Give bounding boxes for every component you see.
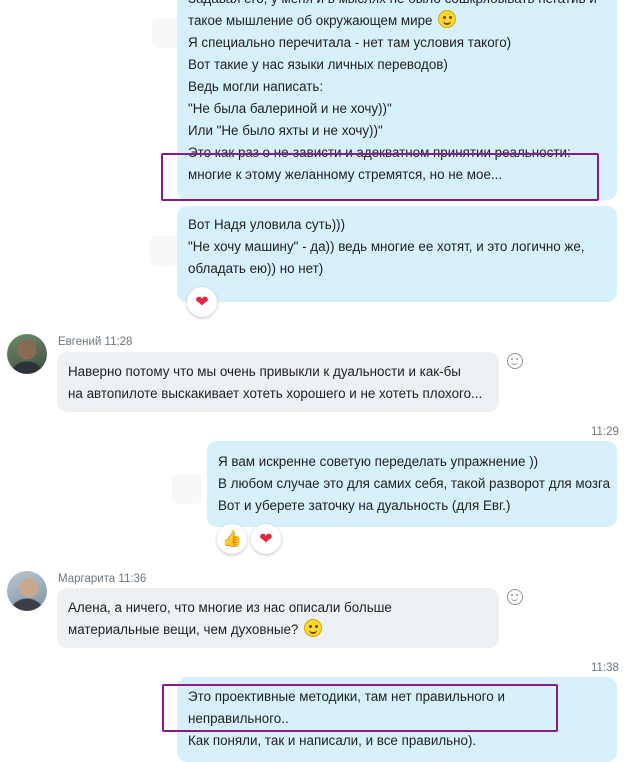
message-line: материальные вещи, чем духовные?	[68, 619, 323, 641]
message-line: неправильного..	[188, 711, 289, 726]
message-line: Задавая его, у меня и в мыслях не было с…	[188, 0, 597, 10]
hover-action-placeholder	[150, 236, 180, 266]
message-line: Наверно потому что мы очень привыкли к д…	[68, 364, 461, 379]
message-bubble-outgoing[interactable]: Задавая его, у меня и в мыслях не было с…	[177, 0, 617, 200]
message-time: 11:38	[591, 662, 619, 674]
message-line: Вот такие у нас языки личных переводов)	[188, 57, 448, 72]
message-line: В любом случае это для самих себя, такой…	[218, 476, 611, 491]
smiley-emoji-icon	[304, 619, 323, 637]
message-bubble-incoming[interactable]: Наверно потому что мы очень привыкли к д…	[57, 352, 499, 412]
message-line: Это как раз о не-зависти и адекватном пр…	[188, 145, 571, 160]
message-line: Это проективные методики, там нет правил…	[188, 689, 505, 704]
add-reaction-icon[interactable]	[507, 353, 523, 369]
message-line: обладать ею)) но нет)	[188, 261, 324, 276]
message-time: 11:28	[104, 336, 133, 348]
message-line: Вот Надя уловила суть)))	[188, 217, 346, 232]
heart-icon[interactable]: ❤	[251, 524, 281, 554]
sender-and-time: Маргарита 11:36	[58, 573, 146, 585]
message-line: Или "Не было яхты и не хочу))"	[188, 123, 383, 138]
message-line: такое мышление об окружающем мире	[188, 10, 457, 32]
hover-action-placeholder	[172, 474, 202, 504]
message-bubble-outgoing[interactable]: Вот Надя уловила суть))) "Не хочу машину…	[177, 206, 617, 302]
message-time: 11:36	[118, 573, 147, 585]
message-line: "Не была балериной и не хочу))"	[188, 101, 392, 116]
sender-and-time: Евгений 11:28	[58, 336, 132, 348]
message-line: Алена, а ничего, что многие из нас описа…	[68, 600, 392, 615]
heart-icon[interactable]: ❤	[187, 287, 217, 317]
sender-name: Евгений	[58, 336, 102, 348]
message-bubble-outgoing[interactable]: Я вам искренне советую переделать упражн…	[207, 441, 617, 527]
avatar[interactable]	[7, 334, 47, 374]
sender-name: Маргарита	[58, 573, 116, 585]
message-line: Как поняли, так и написали, и все правил…	[188, 733, 477, 748]
message-line: Ведь могли написать:	[188, 79, 324, 94]
thumbs-up-icon[interactable]: 👍	[217, 524, 247, 554]
avatar[interactable]	[7, 571, 47, 611]
message-line: на автопилоте выскакивает хотеть хорошег…	[68, 386, 483, 401]
message-line: "Не хочу машину" - да)) ведь многие ее х…	[188, 239, 585, 254]
message-line: Я вам искренне советую переделать упражн…	[218, 454, 539, 469]
message-line: Я специально перечитала - нет там услови…	[188, 35, 512, 50]
message-line: Вот и уберете заточку на дуальность (для…	[218, 498, 511, 513]
message-bubble-incoming[interactable]: Алена, а ничего, что многие из нас описа…	[57, 588, 499, 648]
message-line: многие к этому желанному стремятся, но н…	[188, 167, 503, 182]
add-reaction-icon[interactable]	[507, 589, 523, 605]
smiley-emoji-icon	[438, 10, 457, 28]
message-time: 11:29	[591, 426, 619, 438]
message-bubble-outgoing[interactable]: Это проективные методики, там нет правил…	[177, 677, 617, 762]
